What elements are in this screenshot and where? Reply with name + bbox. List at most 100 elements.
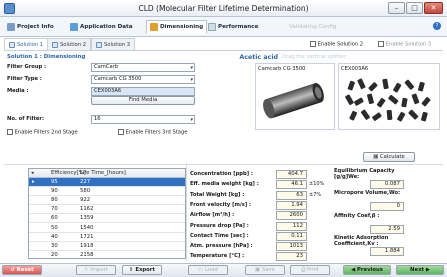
result-value: 23 (276, 252, 307, 262)
result-value: 2600 (276, 211, 307, 221)
adsorption-label: Affinity Coef,β : (334, 213, 380, 219)
cell-efficiency: 20 (51, 251, 58, 258)
performance-icon (208, 23, 216, 31)
tab-performance-label: Performance (218, 24, 259, 30)
tab-dimensioning[interactable]: Dimensioning (146, 20, 208, 34)
save-label: Save (261, 267, 275, 273)
arrow-right-icon: ▶ (424, 267, 430, 273)
stage-2-option[interactable]: Enable Filters 2nd Stage (7, 129, 78, 136)
adsorption-value: 1.884 (370, 247, 404, 256)
table-row[interactable]: 60 1359 (29, 214, 185, 224)
dimensioning-icon (150, 23, 158, 31)
table-row[interactable]: 30 1918 (29, 242, 185, 251)
result-unit: ±7% (309, 191, 322, 198)
adsorption-label: Equilibrium Capacity [g/g]We: (334, 168, 395, 180)
title-bar: CLD (Molecular Filter Lifetime Determina… (0, 0, 447, 17)
checkbox[interactable] (118, 129, 124, 135)
checkbox[interactable] (378, 41, 384, 47)
help-icon[interactable]: ? (433, 22, 441, 30)
checkbox[interactable] (310, 41, 316, 47)
table-row[interactable]: ▸ 95 227 (29, 178, 185, 188)
cell-efficiency: 80 (51, 197, 58, 204)
reset-button[interactable]: ↺ Reset (2, 265, 42, 275)
tab-solution-1[interactable]: Solution 1 (4, 38, 49, 50)
tab-solution-3[interactable]: Solution 3 (91, 38, 136, 50)
previous-button[interactable]: ◀ Previous (343, 265, 391, 275)
table-header: ◂ Efficiency[%] Life Time_[hours] (29, 169, 185, 178)
no-filter-select[interactable]: 16 ▾ (91, 115, 195, 124)
find-media-button[interactable]: Find Media (91, 96, 195, 105)
cell-lifetime: 227 (80, 179, 91, 185)
adsorption-panel: Equilibrium Capacity [g/g]We: 0.087 Microp… (334, 168, 442, 260)
no-filter-value: 16 (94, 116, 101, 122)
enable-solution-2-label: Enable Solution 2 (317, 41, 364, 48)
media-image-title: CEX003A6 (341, 66, 369, 72)
print-button[interactable]: ⎙ Print (290, 265, 330, 275)
chevron-down-icon: ▾ (190, 65, 193, 71)
lifetime-table[interactable]: ◂ Efficiency[%] Life Time_[hours] ▸ 95 227… (28, 168, 186, 259)
next-button[interactable]: Next ▶ (396, 265, 444, 275)
enable-solution-3-label: Enable Solution 3 (385, 41, 432, 48)
result-label: Temperature [°C] : (190, 253, 245, 260)
enable-solution-2[interactable]: Enable Solution 2 (310, 41, 363, 48)
minimize-button[interactable]: – (388, 2, 405, 14)
column-header-lifetime[interactable]: Life Time_[hours] (80, 170, 126, 176)
adsorption-value: 0 (370, 202, 404, 211)
table-row[interactable]: 40 1721 (29, 233, 185, 242)
tab-solution-2[interactable]: Solution 2 (47, 38, 92, 50)
table-row[interactable]: 90 580 (29, 187, 185, 197)
no-filter-label: No. of Filter: (7, 116, 45, 122)
result-value: 46.1 (276, 180, 307, 190)
load-button[interactable]: ▭ Load (188, 265, 228, 275)
tab-performance[interactable]: Performance (205, 20, 261, 34)
solution-icon (96, 41, 102, 48)
cell-lifetime: 1721 (80, 233, 94, 240)
tab-divider (4, 50, 443, 51)
filter-group-select[interactable]: CamCarb ▾ (91, 63, 195, 72)
table-row[interactable]: 80 922 (29, 196, 185, 206)
calculate-button[interactable]: ▦ Calculate (363, 152, 415, 162)
cell-efficiency: 70 (51, 206, 58, 213)
cell-efficiency: 50 (51, 224, 58, 231)
checkbox[interactable] (7, 129, 13, 135)
media-field[interactable]: CEX003A6 (91, 87, 195, 96)
adsorption-value: 0.087 (370, 180, 404, 189)
export-button[interactable]: ⇧ Export (122, 265, 162, 275)
maximize-button[interactable]: □ (406, 2, 423, 14)
close-button[interactable]: ✕ (424, 2, 443, 14)
ghost-status: Validating Config (289, 24, 337, 30)
print-label: Print (306, 267, 320, 273)
tab-solution-1-label: Solution 1 (17, 41, 44, 48)
cell-lifetime: 1918 (80, 242, 94, 249)
table-row[interactable]: 20 2158 (29, 251, 185, 258)
tab-project-info[interactable]: Project Info (4, 20, 57, 34)
save-icon: ▣ (255, 267, 262, 273)
tab-project-info-label: Project Info (17, 24, 54, 30)
solution-icon (52, 41, 58, 48)
filter-type-select[interactable]: Camcarb CG 3500 ▾ (91, 75, 195, 84)
chevron-down-icon: ▾ (190, 117, 193, 123)
table-row[interactable]: 70 1162 (29, 205, 185, 215)
import-button[interactable]: ⇩ Import (76, 265, 116, 275)
previous-label: Previous (357, 267, 383, 273)
tab-application-data[interactable]: Application Data (67, 20, 136, 34)
adsorption-value: 2.59 (370, 225, 404, 234)
next-label: Next (410, 267, 425, 273)
import-label: Import (90, 267, 108, 273)
result-label: Eff. media weight [kg] : (190, 181, 259, 188)
filter-image-title: Camcarb CG 3500 (258, 66, 306, 72)
folder-icon: ▭ (198, 267, 205, 273)
save-button[interactable]: ▣ Save (245, 265, 285, 275)
result-value: 1013 (276, 242, 307, 252)
enable-solution-3[interactable]: Enable Solution 3 (378, 41, 431, 48)
filter-type-label: Filter Type : (7, 76, 42, 82)
vertical-separator (186, 163, 187, 261)
result-label: Pressure drop [Pa] : (190, 222, 249, 229)
tab-application-data-label: Application Data (80, 24, 133, 30)
reset-label: Reset (16, 267, 34, 273)
cell-lifetime: 580 (80, 188, 91, 195)
filter-group-value: CamCarb (94, 64, 119, 70)
stage-3-option[interactable]: Enable Filters 3rd Stage (118, 129, 187, 136)
table-row[interactable]: 50 1540 (29, 224, 185, 233)
section-heading: Solution 1 : Dimensioning (7, 54, 86, 60)
